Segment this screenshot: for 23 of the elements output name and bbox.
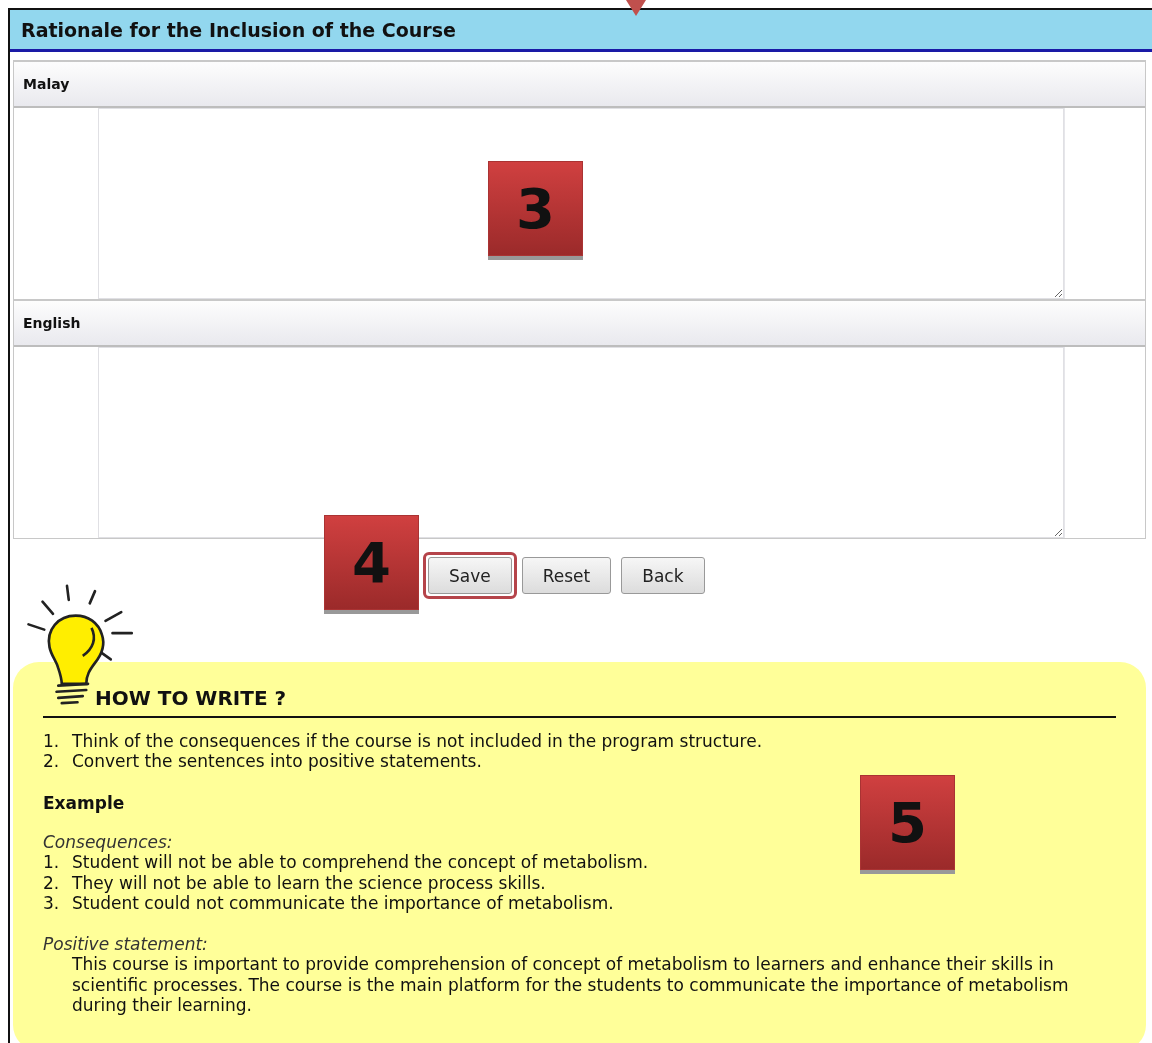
list-text: They will not be able to learn the science process skills. [72,872,546,894]
list-text: Student could not communicate the importance of metabolism. [72,893,614,914]
positive-label: Positive statement: [43,933,209,955]
form-button[interactable]: Save [428,557,512,594]
section-label: Malay [23,76,70,92]
form-button[interactable]: Reset [521,557,612,594]
text-area[interactable] [98,108,1064,299]
consequences-label: Consequences: [43,831,174,853]
example-heading: Example [43,791,126,814]
list-text: Convert the sentences into positive statements. [72,751,482,772]
list-number: 2. [43,872,61,894]
list-number: 1. [43,730,61,752]
list-number: 3. [43,893,61,914]
list-text: Think of the consequences if the course is not included in the program structure. [72,730,763,752]
marker-icon [626,0,646,16]
form-button[interactable]: Back [621,557,705,594]
list-number: 1. [43,852,61,873]
guide-title: HOW TO WRITE ? [95,685,288,710]
positive-text: This course is important to provide comprehension of concept of metabolism to learners and enhance their skills in scientific processes. The course is the main platform for the students to communicate the importance of metabolism during their learning. [71,954,1070,1016]
list-number: 2. [43,751,61,772]
list-text: Student will not be able to comprehend the concept of metabolism. [72,852,649,873]
page-title: Rationale for the Inclusion of the Course [21,18,456,41]
section-label: English [23,315,81,331]
